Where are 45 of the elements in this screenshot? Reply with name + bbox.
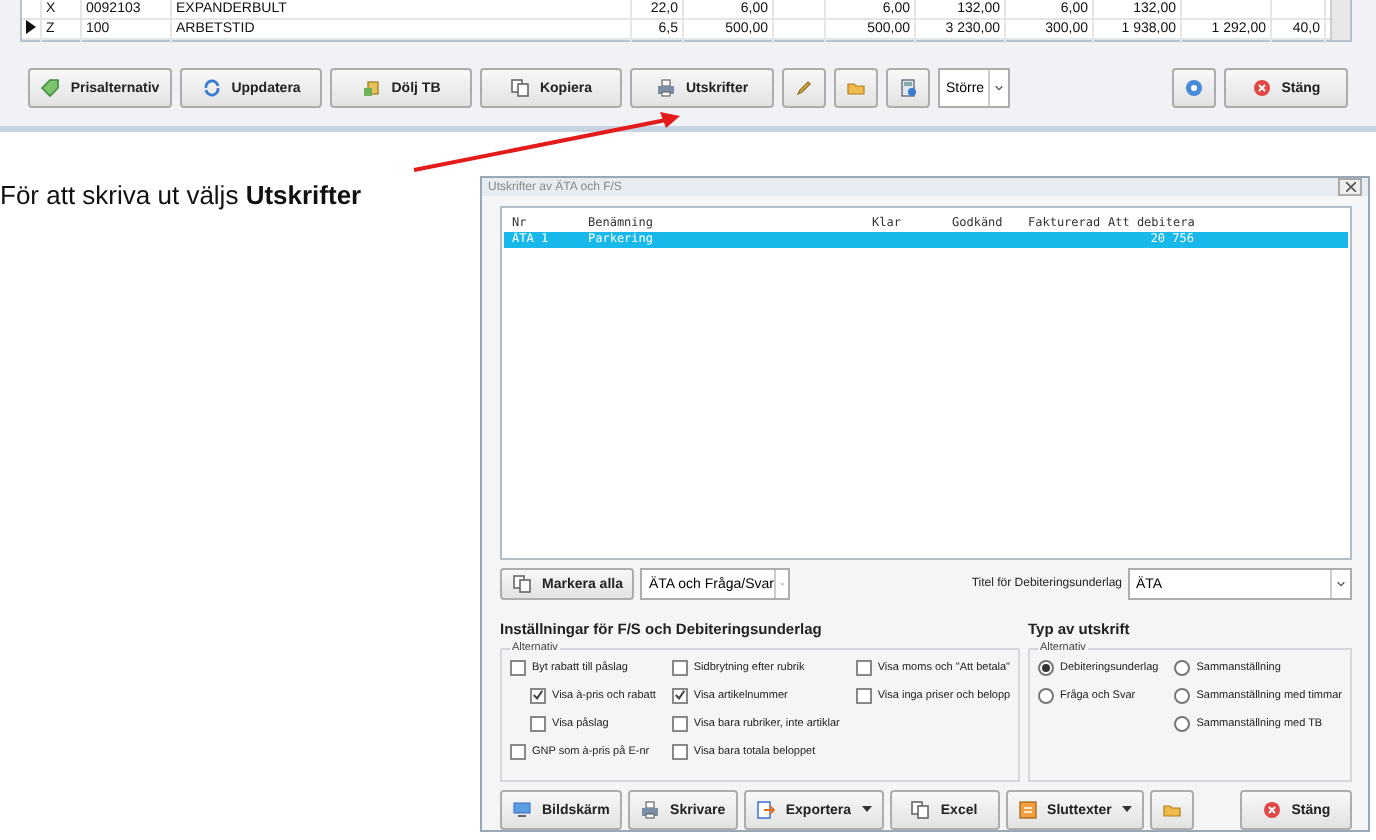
radio-button[interactable] [1038,687,1054,703]
printer-icon [655,78,676,98]
caret-icon [1330,570,1350,598]
help-button[interactable] [1172,68,1216,108]
radio-button[interactable] [1174,687,1191,703]
icon-button[interactable] [886,68,930,108]
copy-icon [910,800,931,820]
copy-icon [512,574,532,594]
checkbox[interactable] [855,659,872,675]
copy-icon [509,78,530,98]
caret-icon [861,806,872,814]
export-icon [755,800,776,820]
refresh-icon [201,78,222,98]
monitor-icon [512,800,532,820]
radio-button[interactable] [1174,715,1191,731]
checkbox[interactable] [671,659,688,675]
radio-button[interactable] [1174,659,1191,675]
instruction-text: För att skriva ut väljs Utskrifter [0,180,362,210]
checkbox[interactable] [530,687,546,703]
calculator-icon [898,78,918,98]
checkbox[interactable] [671,743,688,759]
close-icon [1345,182,1355,192]
checkbox[interactable] [671,715,688,731]
checkbox[interactable] [510,743,526,759]
checkbox[interactable] [530,715,546,731]
notes-icon [1017,800,1038,820]
icon-button[interactable] [782,68,826,108]
scrollbar[interactable] [1330,0,1350,40]
checkbox[interactable] [510,659,526,675]
close-icon [1251,78,1272,98]
checkbox[interactable] [671,687,688,703]
help-icon [1184,78,1204,98]
folder-icon [846,78,866,98]
checkbox[interactable] [855,687,872,703]
printer-icon [640,800,661,820]
caret-icon [1121,806,1132,814]
pencil-icon [794,78,814,98]
tag-icon [40,78,61,98]
close-button[interactable] [1338,178,1362,196]
close-icon [1261,800,1282,820]
radio-button[interactable] [1038,659,1054,675]
caret-icon [988,70,1008,106]
folder-icon [1161,800,1182,820]
folder-button[interactable] [1149,790,1194,830]
icon-button[interactable] [834,68,878,108]
